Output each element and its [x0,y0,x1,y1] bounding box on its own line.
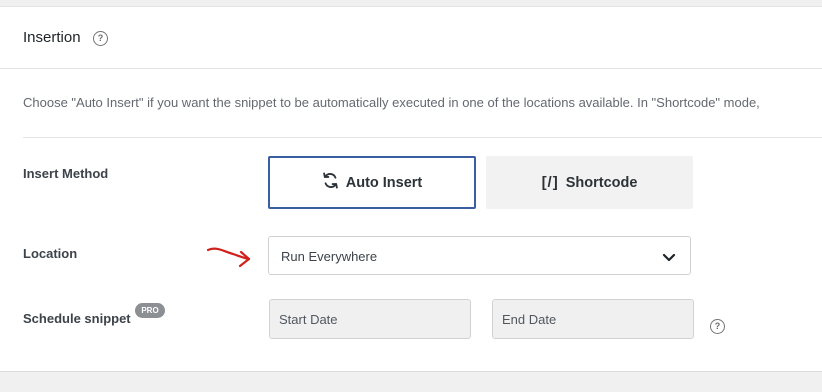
help-icon[interactable]: ? [93,31,108,46]
auto-insert-button[interactable]: Auto Insert [268,156,476,209]
panel-title: Insertion [23,29,81,46]
pro-badge: PRO [135,303,165,318]
annotation-arrow-icon [205,242,253,273]
shortcode-button[interactable]: [/] Shortcode [486,156,693,209]
location-label: Location [23,246,78,261]
location-selected-value: Run Everywhere [281,249,378,264]
shortcode-brackets-icon: [/] [541,174,559,191]
insert-method-label: Insert Method [23,166,109,181]
start-date-input[interactable] [269,299,471,339]
end-date-input[interactable] [492,299,694,339]
panel-header: Insertion ? [0,7,822,69]
shortcode-label: Shortcode [565,174,638,191]
divider [23,137,822,138]
insertion-description: Choose "Auto Insert" if you want the sni… [23,95,760,110]
schedule-snippet-label: Schedule snippet [23,311,131,326]
refresh-icon [322,172,339,193]
location-select[interactable]: Run Everywhere [268,236,691,275]
schedule-help-icon[interactable]: ? [710,319,725,334]
chevron-down-icon [662,250,676,268]
auto-insert-label: Auto Insert [345,174,423,191]
